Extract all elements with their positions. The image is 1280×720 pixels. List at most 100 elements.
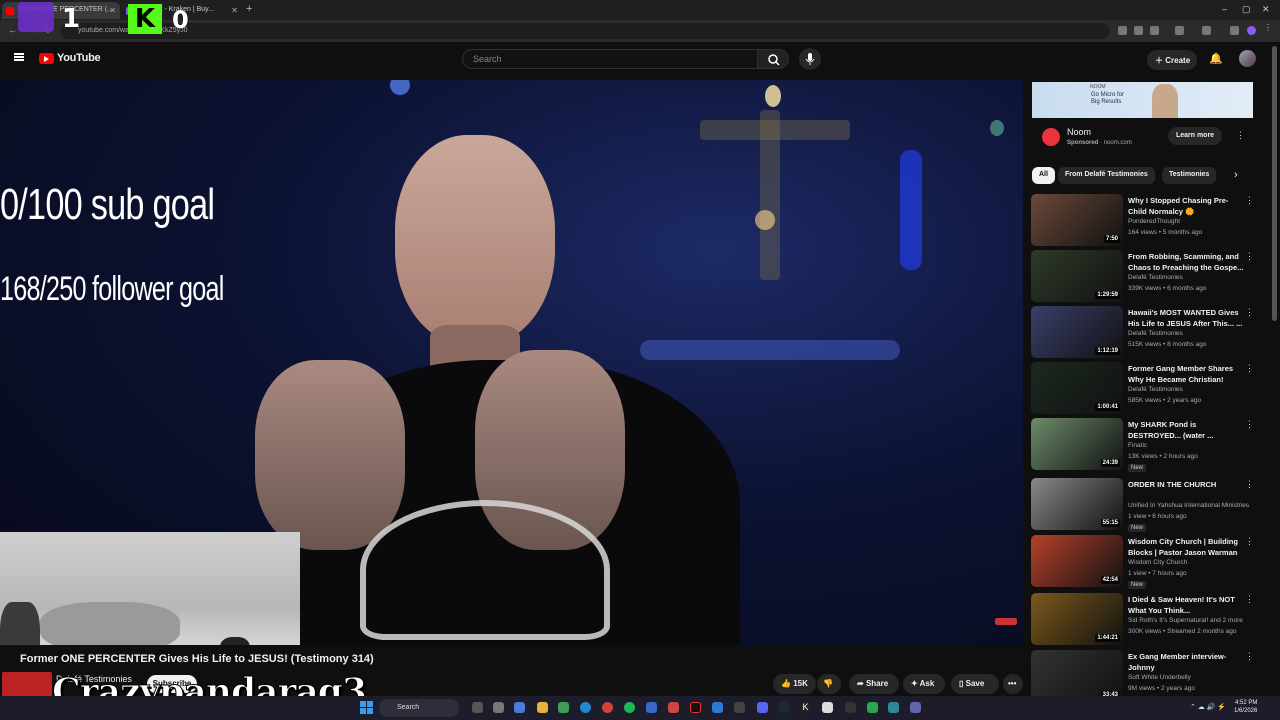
new-tab-button[interactable]: + (246, 3, 252, 15)
extensions-icon[interactable] (1175, 26, 1184, 35)
tab-close-icon[interactable]: ✕ (109, 6, 116, 15)
sponsored-ad[interactable]: NOOM Go Micro for Big Results Noom Spons… (1032, 82, 1253, 158)
video-thumbnail[interactable]: 1:44:21 (1031, 593, 1123, 645)
voice-search-button[interactable] (799, 48, 821, 70)
app-icon[interactable] (822, 702, 833, 713)
channel-name[interactable]: Delafé Testimonies (1128, 386, 1183, 393)
downloads-icon[interactable] (1230, 26, 1239, 35)
app-icon[interactable] (646, 702, 657, 713)
video-title[interactable]: From Robbing, Scamming, and Chaos to Pre… (1128, 251, 1244, 273)
video-title[interactable]: Former Gang Member Shares Why He Became … (1128, 363, 1244, 385)
obs-icon[interactable] (845, 702, 856, 713)
video-thumbnail[interactable]: 24:39 (1031, 418, 1123, 470)
recommended-video[interactable]: 1:29:59 From Robbing, Scamming, and Chaos… (1031, 250, 1261, 303)
video-thumbnail[interactable]: 42:54 (1031, 535, 1123, 587)
tab-close-icon[interactable]: ✕ (231, 6, 238, 15)
spotify-icon[interactable] (624, 702, 635, 713)
chip-from-channel[interactable]: From Delafé Testimonies (1058, 167, 1155, 184)
youtube-logo-text[interactable]: YouTube (57, 52, 101, 64)
recommended-video[interactable]: 1:12:19 Hawaii's MOST WANTED Gives His Li… (1031, 306, 1261, 359)
video-title[interactable]: Why I Stopped Chasing Pre-Child Normalcy… (1128, 195, 1244, 217)
profile-icon[interactable] (1247, 26, 1256, 35)
channel-name[interactable]: Delafé Testimonies (1128, 274, 1183, 281)
dislike-button[interactable]: 👎 (817, 674, 841, 694)
channel-name[interactable]: Soft White Underbelly (1128, 674, 1191, 681)
recommended-video[interactable]: 24:39 My SHARK Pond is DESTROYED... (wate… (1031, 418, 1261, 472)
share-button[interactable]: ➦ Share (849, 674, 899, 694)
channel-name[interactable]: Unified In Yahshua International Ministr… (1128, 502, 1249, 509)
video-thumbnail[interactable]: 1:12:19 (1031, 306, 1123, 358)
video-thumbnail[interactable]: 7:50 (1031, 194, 1123, 246)
windows-start-icon[interactable] (360, 701, 373, 714)
app-icon[interactable] (712, 702, 723, 713)
video-menu-icon[interactable]: ⋮ (1245, 195, 1254, 206)
system-tray[interactable]: ⌃ ☁ 🔊 ⚡ (1190, 703, 1226, 711)
channel-name[interactable]: Sid Roth's It's Supernatural! and 2 more (1128, 617, 1243, 624)
xbox-icon[interactable] (867, 702, 878, 713)
chevron-right-icon[interactable]: › (1234, 169, 1238, 181)
video-menu-icon[interactable]: ⋮ (1245, 363, 1254, 374)
youtube-logo-icon[interactable] (39, 53, 54, 64)
address-bar[interactable]: youtube.com/watch?v=...XKkZ5yJ0 (60, 23, 1110, 39)
learn-more-button[interactable]: Learn more (1168, 127, 1222, 145)
ad-banner[interactable]: NOOM Go Micro for Big Results (1032, 82, 1253, 118)
search-button[interactable] (757, 49, 789, 69)
kick-app-icon[interactable]: K (800, 702, 811, 713)
more-actions-button[interactable]: ••• (1003, 674, 1023, 694)
video-player[interactable]: 0/100 sub goal 168/250 follower goal (0, 80, 1023, 645)
hamburger-menu-icon[interactable] (14, 53, 24, 61)
bookmark-star-icon[interactable] (1150, 26, 1159, 35)
edge-icon[interactable] (580, 702, 591, 713)
video-menu-icon[interactable]: ⋮ (1245, 251, 1254, 262)
recommended-video[interactable]: 55:15 ORDER IN THE CHURCH Unified In Yahsh… (1031, 478, 1261, 532)
video-thumbnail[interactable]: 55:15 (1031, 478, 1123, 530)
ask-button[interactable]: ✦ Ask (903, 674, 945, 694)
video-title[interactable]: My SHARK Pond is DESTROYED... (water ... (1128, 419, 1244, 441)
store-icon[interactable] (558, 702, 569, 713)
notifications-bell-icon[interactable]: 🔔 (1209, 52, 1223, 65)
cast-icon[interactable] (1118, 26, 1127, 35)
recommended-video[interactable]: 1:44:21 I Died & Saw Heaven! It's NOT Wha… (1031, 593, 1261, 646)
video-thumbnail[interactable]: 1:29:59 (1031, 250, 1123, 302)
chrome-icon[interactable] (602, 702, 613, 713)
channel-name[interactable]: Delafé Testimonies (1128, 330, 1183, 337)
video-menu-icon[interactable]: ⋮ (1245, 536, 1254, 547)
taskbar-search[interactable]: Search (379, 699, 459, 717)
video-thumbnail[interactable]: 1:00:41 (1031, 362, 1123, 414)
save-button[interactable]: ▯ Save (951, 674, 999, 694)
chip-testimonies[interactable]: Testimonies (1162, 167, 1217, 184)
sidepanel-icon[interactable] (1202, 26, 1211, 35)
video-menu-icon[interactable]: ⋮ (1245, 651, 1254, 662)
create-button[interactable]: ＋ Create (1147, 50, 1197, 70)
minimize-icon[interactable]: – (1222, 4, 1227, 14)
app-icon[interactable] (888, 702, 899, 713)
app-icon[interactable] (668, 702, 679, 713)
account-avatar[interactable] (1239, 50, 1256, 67)
back-icon[interactable]: ← (8, 25, 17, 35)
video-thumbnail[interactable]: 33:43 (1031, 650, 1123, 702)
maximize-icon[interactable]: ▢ (1242, 4, 1251, 15)
discord-icon[interactable] (757, 702, 768, 713)
like-button[interactable]: 👍 15K (773, 674, 816, 694)
copilot-icon[interactable] (514, 702, 525, 713)
channel-name[interactable]: PonderedThought (1128, 218, 1180, 225)
app-icon[interactable] (734, 702, 745, 713)
video-title[interactable]: I Died & Saw Heaven! It's NOT What You T… (1128, 594, 1244, 616)
teams-icon[interactable] (910, 702, 921, 713)
video-menu-icon[interactable]: ⋮ (1245, 419, 1254, 430)
video-title[interactable]: Hawaii's MOST WANTED Gives His Life to J… (1128, 307, 1244, 329)
browser-menu-icon[interactable]: ⋮ (1264, 23, 1273, 32)
video-menu-icon[interactable]: ⋮ (1245, 307, 1254, 318)
window-close-icon[interactable]: ✕ (1262, 4, 1270, 15)
zoom-icon[interactable] (1134, 26, 1143, 35)
widgets-icon[interactable] (493, 702, 504, 713)
file-explorer-icon[interactable] (537, 702, 548, 713)
chip-all[interactable]: All (1032, 167, 1055, 184)
ad-menu-icon[interactable]: ⋮ (1236, 130, 1245, 141)
recommended-video[interactable]: 7:50 Why I Stopped Chasing Pre-Child Norm… (1031, 194, 1261, 247)
video-menu-icon[interactable]: ⋮ (1245, 594, 1254, 605)
recommended-video[interactable]: 42:54 Wisdom City Church | Building Block… (1031, 535, 1261, 589)
task-view-icon[interactable] (472, 702, 483, 713)
search-input[interactable]: Search (462, 49, 758, 69)
video-title[interactable]: Ex Gang Member interview- Johnny (1128, 651, 1244, 673)
